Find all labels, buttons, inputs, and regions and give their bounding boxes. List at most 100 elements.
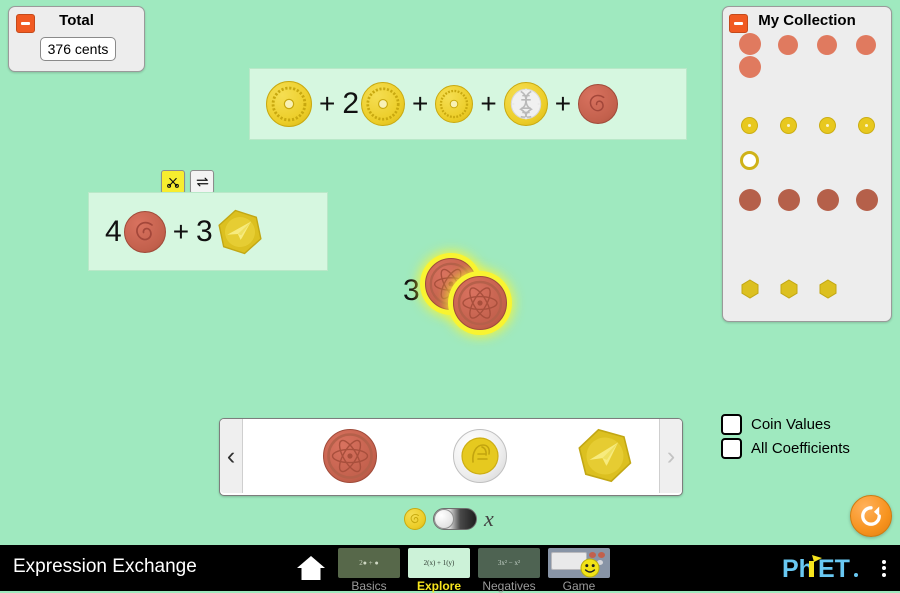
expression-2[interactable]: 4 + 3	[88, 192, 328, 271]
gold-hex-icon	[819, 279, 837, 299]
checkbox-box[interactable]	[721, 414, 742, 435]
operator-plus: +	[319, 88, 336, 119]
view-mode-toggle[interactable]: x	[404, 505, 499, 533]
expression-1-term-5[interactable]	[578, 84, 619, 124]
tab-basics[interactable]: 2● + ● Basics	[338, 548, 400, 593]
total-accordion-box: Total 376 cents	[8, 6, 145, 72]
toggle-switch[interactable]	[433, 508, 477, 530]
sim-screen: Total 376 cents + 2 + + + 4 + 3 3 My Col…	[0, 0, 900, 545]
collection-slot	[856, 189, 878, 211]
silver-dna-coin[interactable]	[503, 82, 548, 126]
carousel-item-red-atom-coin[interactable]	[295, 419, 405, 493]
silver-gold-face-coin[interactable]	[453, 429, 507, 483]
carousel-item-gold-hex-plane-coin[interactable]	[550, 419, 660, 493]
checkbox-label: Coin Values	[751, 416, 831, 433]
coin-carousel: ‹ ›	[219, 418, 683, 496]
collection-slot	[778, 189, 800, 211]
carousel-next-button[interactable]: ›	[659, 419, 682, 493]
toggle-thumb[interactable]	[434, 509, 454, 529]
tab-thumbnail: 2(x) + 1(y)	[408, 548, 470, 578]
selected-group-coefficient: 3	[403, 274, 420, 307]
chevron-right-icon: ›	[666, 441, 676, 470]
red-atom-coin[interactable]	[453, 276, 507, 330]
operator-plus: +	[172, 215, 190, 247]
expression-1[interactable]: + 2 + + +	[249, 68, 687, 140]
scissors-icon	[167, 177, 179, 188]
variable-x-label: x	[484, 506, 494, 531]
break-apart-button[interactable]	[161, 170, 185, 194]
collection-slot	[819, 117, 836, 134]
my-collection-accordion-box: My Collection	[722, 6, 892, 322]
collection-slot	[858, 117, 875, 134]
tab-negatives[interactable]: 3x² − x² Negatives	[478, 548, 540, 593]
expression-1-term-4[interactable]	[503, 82, 548, 126]
carousel-item-silver-gold-face-coin[interactable]	[425, 419, 535, 493]
navigation-bar: Expression Exchange 2● + ● Basics 2(x) +…	[0, 545, 900, 593]
chevron-left-icon: ‹	[226, 441, 236, 470]
collection-slot	[778, 35, 798, 55]
collection-slot	[740, 279, 760, 299]
total-value-readout: 376 cents	[40, 37, 116, 61]
expression-2-term-2[interactable]: 3	[196, 207, 265, 257]
operator-plus: +	[554, 88, 572, 119]
operator-plus: +	[480, 88, 497, 119]
gold-donut-coin[interactable]	[266, 81, 312, 127]
collection-slot	[780, 117, 797, 134]
tab-explore[interactable]: 2(x) + 1(y) Explore	[408, 548, 470, 593]
phet-wordmark-icon: Ph ET	[782, 555, 858, 582]
gold-hex-plane-coin[interactable]	[575, 426, 635, 486]
collection-slot	[739, 56, 761, 78]
smiley-face-icon	[580, 558, 600, 578]
term-coefficient: 2	[342, 87, 360, 120]
expression-1-term-2[interactable]: 2	[342, 82, 406, 126]
collection-slot	[739, 189, 761, 211]
tab-thumbnail	[548, 548, 610, 578]
expression-1-term-1[interactable]	[266, 81, 312, 127]
sim-title: Expression Exchange	[13, 556, 197, 577]
home-icon	[297, 556, 325, 580]
red-atom-coin[interactable]	[323, 429, 377, 483]
carousel-previous-button[interactable]: ‹	[220, 419, 243, 493]
term-coefficient: 4	[105, 214, 122, 248]
gold-donut-coin[interactable]	[435, 85, 474, 123]
reset-all-button[interactable]	[850, 495, 892, 537]
collection-slot	[817, 189, 839, 211]
gold-hex-plane-coin[interactable]	[215, 207, 265, 257]
tab-thumbnail-text: 2(x) + 1(y)	[423, 559, 455, 567]
reset-circular-arrow-icon	[861, 506, 881, 526]
edit-expression-button[interactable]	[190, 170, 214, 194]
checkbox-label: All Coefficients	[751, 440, 850, 457]
tab-thumbnail-text: 2● + ●	[359, 559, 379, 567]
home-button[interactable]	[295, 553, 327, 583]
red-spiral-coin[interactable]	[578, 84, 619, 124]
expression-2-term-1[interactable]: 4	[105, 210, 166, 253]
operator-plus: +	[412, 88, 429, 119]
tab-thumbnail-text: 3x² − x²	[497, 559, 521, 567]
total-title: Total	[59, 12, 94, 29]
swap-arrows-icon	[196, 177, 208, 187]
collection-slot	[856, 35, 876, 55]
gold-spiral-coin-icon	[404, 508, 426, 530]
expression-1-term-3[interactable]	[435, 85, 474, 123]
kebab-menu-icon[interactable]	[882, 559, 886, 577]
gold-hex-icon	[780, 279, 798, 299]
collection-slot	[741, 117, 758, 134]
tab-thumbnail: 2● + ●	[338, 548, 400, 578]
term-coefficient: 3	[196, 214, 213, 248]
collection-title: My Collection	[758, 12, 856, 29]
collection-slot	[740, 151, 759, 170]
gold-donut-coin[interactable]	[361, 82, 406, 126]
selected-coin-group[interactable]: 3	[403, 258, 511, 330]
tab-thumbnail: 3x² − x²	[478, 548, 540, 578]
checkbox-coin-values[interactable]: Coin Values	[721, 414, 831, 435]
tab-game[interactable]: Game	[548, 548, 610, 593]
collection-slot	[818, 279, 838, 299]
collection-slot	[739, 33, 761, 55]
gold-hex-icon	[741, 279, 759, 299]
checkbox-box[interactable]	[721, 438, 742, 459]
checkbox-all-coefficients[interactable]: All Coefficients	[721, 438, 850, 459]
red-spiral-coin[interactable]	[123, 210, 166, 253]
phet-logo[interactable]: Ph ET	[782, 553, 886, 583]
phet-text-2: ET	[818, 555, 850, 582]
collection-slot	[817, 35, 837, 55]
